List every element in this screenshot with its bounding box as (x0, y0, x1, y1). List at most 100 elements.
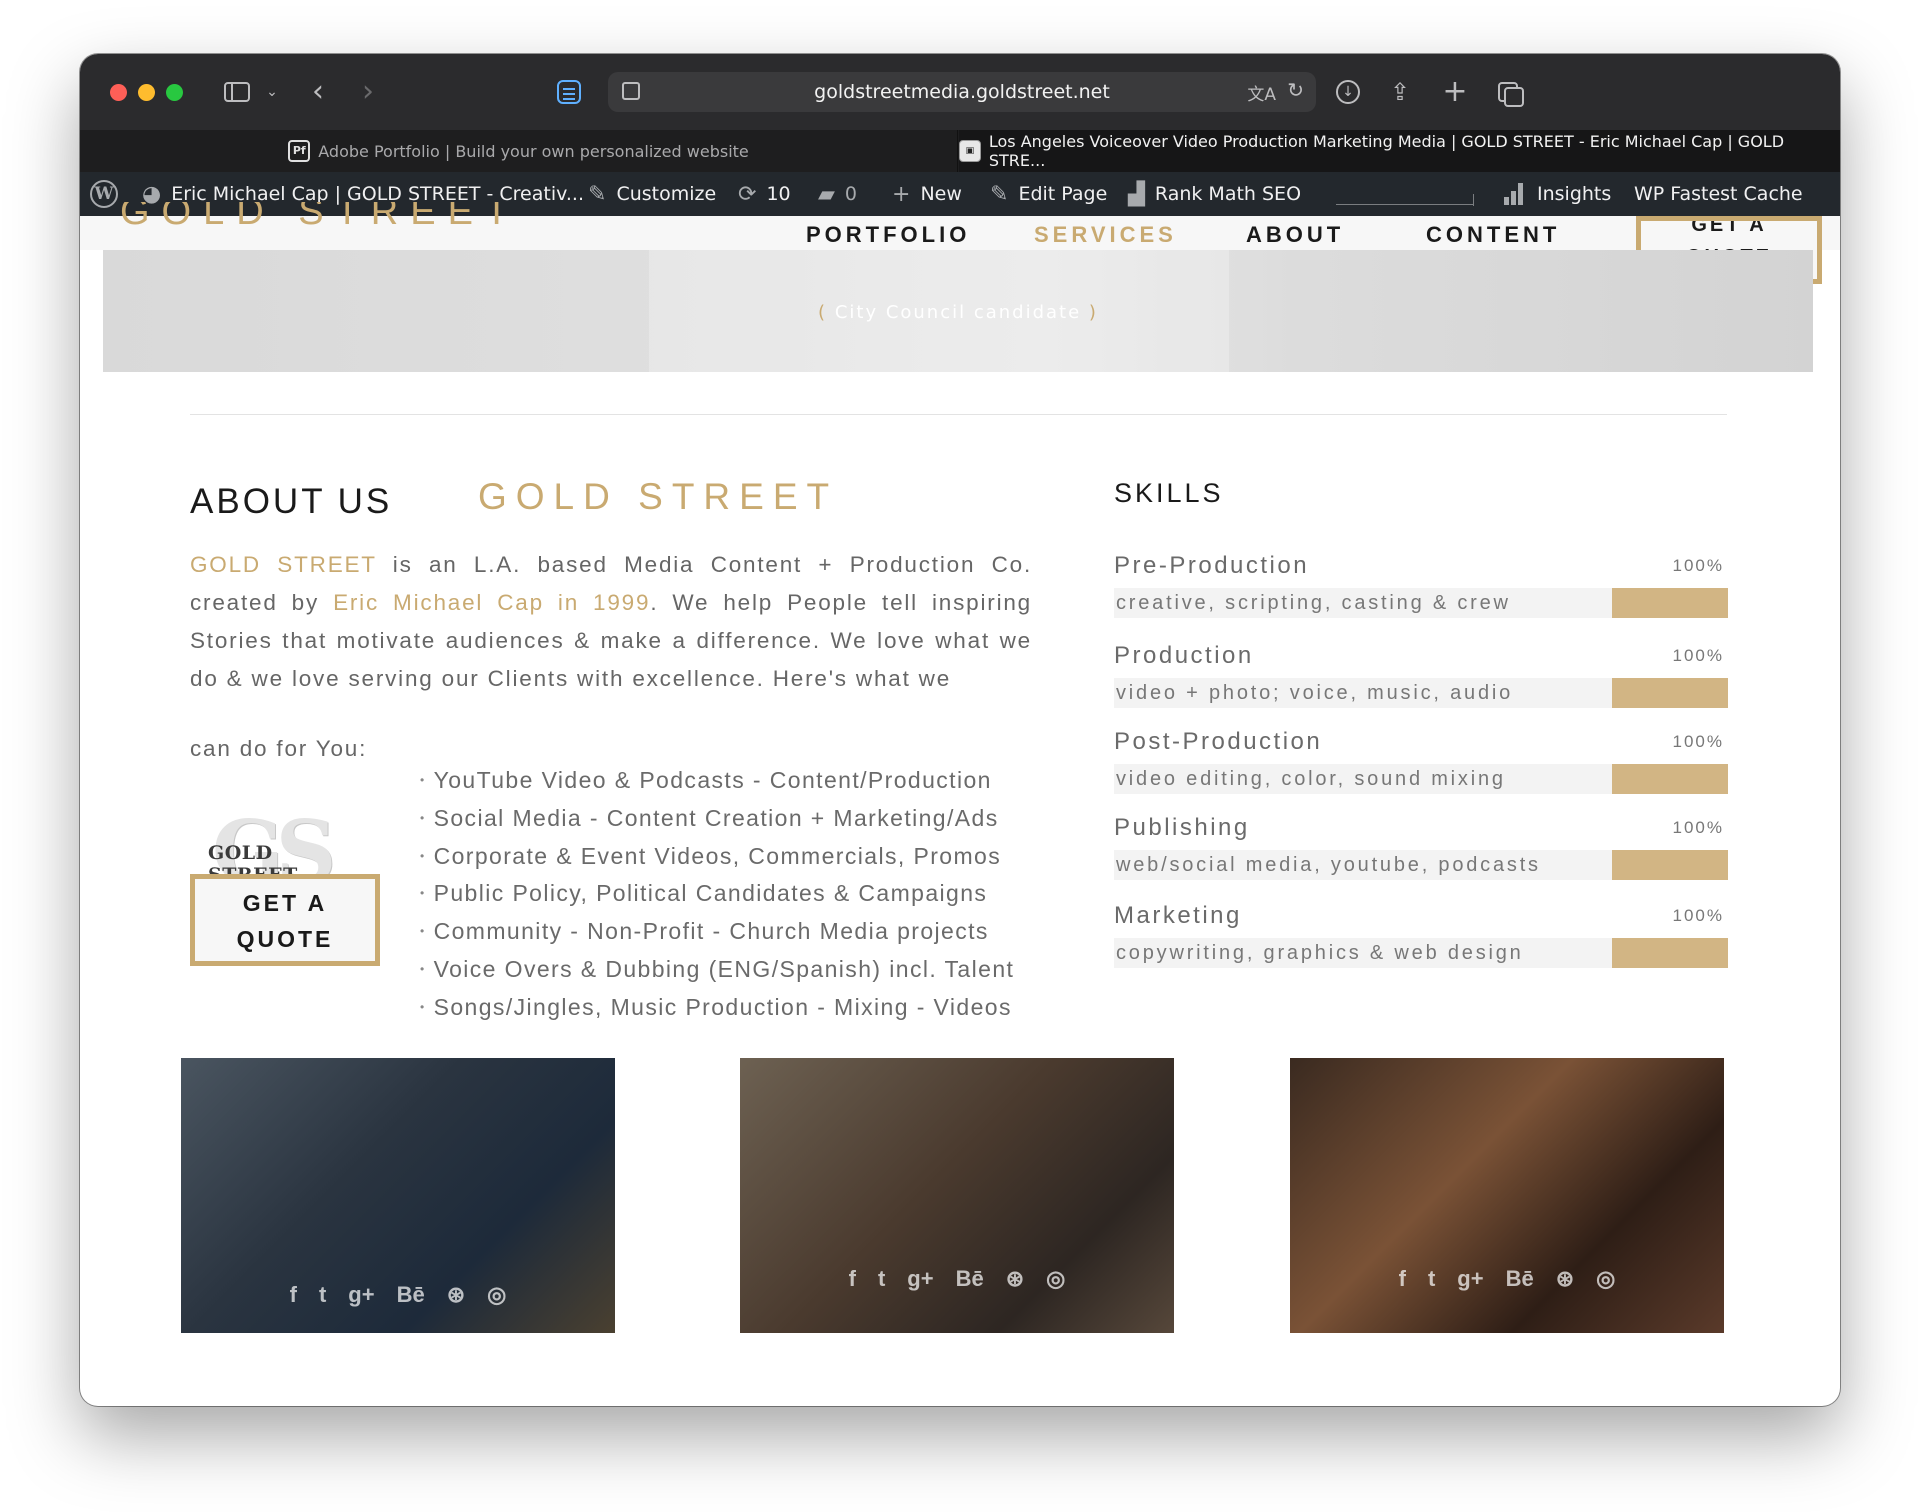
hero-banner: ( City Council candidate ) (103, 250, 1813, 372)
wp-fastest-cache-label: WP Fastest Cache (1634, 183, 1803, 205)
skill-description: creative, scripting, casting & crew (1116, 592, 1511, 614)
team-photo[interactable]: f t g+ Bē ⊛ ◎ (181, 1058, 615, 1333)
team-photo[interactable]: f t g+ Bē ⊛ ◎ (1290, 1058, 1724, 1333)
dribbble-icon[interactable]: ⊛ (447, 1282, 465, 1308)
tab-adobe-portfolio[interactable]: Pf Adobe Portfolio | Build your own pers… (80, 130, 958, 172)
rank-math-link[interactable]: ▟ Rank Math SEO (1128, 172, 1301, 216)
creator-link[interactable]: Eric Michael Cap in 1999 (333, 590, 650, 615)
customize-link[interactable]: ✎ Customize (588, 172, 716, 216)
updates-link[interactable]: ⟳ 10 (738, 172, 791, 216)
team-social-icons: f t g+ Bē ⊛ ◎ (181, 1282, 615, 1308)
brand-link[interactable]: GOLD STREET (190, 552, 376, 577)
hero-caption: ( City Council candidate ) (103, 302, 1813, 323)
dribbble-icon[interactable]: ⊛ (1006, 1266, 1024, 1292)
reload-icon[interactable]: ↻ (1287, 78, 1304, 102)
tab-gold-street[interactable]: ▣ Los Angeles Voiceover Video Production… (959, 130, 1840, 172)
browser-toolbar: ⌄ ‹ › goldstreetmedia.goldstreet.net 文A … (80, 54, 1840, 130)
team-photo[interactable]: f t g+ Bē ⊛ ◎ (740, 1058, 1174, 1333)
skill-name: Publishing (1114, 814, 1250, 841)
rank-math-label: Rank Math SEO (1154, 183, 1302, 205)
team-social-icons: f t g+ Bē ⊛ ◎ (1290, 1266, 1724, 1292)
brush-icon: ✎ (588, 181, 607, 207)
zoom-window-button[interactable] (166, 84, 183, 101)
list-item: • Songs/Jingles, Music Production - Mixin… (420, 993, 1012, 1020)
caption-paren-open: ( (818, 302, 828, 323)
google-plus-icon[interactable]: g+ (1457, 1266, 1483, 1292)
twitter-icon[interactable]: t (878, 1266, 885, 1292)
twitter-icon[interactable]: t (319, 1282, 326, 1308)
intro-last-line: can do for You: (190, 736, 368, 761)
behance-icon[interactable]: Bē (1506, 1266, 1534, 1292)
skills-title: SKILLS (1114, 478, 1224, 508)
instagram-icon[interactable]: ◎ (487, 1282, 506, 1308)
skill-bar: video editing, color, sound mixing (1114, 764, 1728, 794)
wp-fastest-cache-link[interactable]: WP Fastest Cache (1634, 172, 1803, 216)
quote-line-2: QUOTE (236, 926, 334, 952)
chevron-down-icon[interactable]: ⌄ (264, 76, 280, 108)
new-tab-icon[interactable]: + (1442, 76, 1468, 108)
address-bar[interactable]: goldstreetmedia.goldstreet.net 文A ↻ (608, 72, 1316, 112)
dribbble-icon[interactable]: ⊛ (1556, 1266, 1574, 1292)
section-divider (190, 414, 1727, 415)
plus-icon: + (892, 181, 911, 207)
quote-line-1: GET A (242, 890, 328, 916)
close-window-button[interactable] (110, 84, 127, 101)
google-plus-icon[interactable]: g+ (907, 1266, 933, 1292)
skill-name: Pre-Production (1114, 552, 1310, 579)
nav-about[interactable]: ABOUT (1246, 222, 1344, 248)
skill-percent: 100% (1672, 556, 1724, 575)
caption-text: City Council candidate (834, 302, 1082, 323)
minimize-window-button[interactable] (138, 84, 155, 101)
forward-icon[interactable]: › (356, 76, 380, 108)
skill-bar-fill (1612, 764, 1728, 794)
about-paragraph: GOLD STREET is an L.A. based Media Conte… (190, 546, 1032, 698)
instagram-icon[interactable]: ◎ (1596, 1266, 1615, 1292)
brand-title: GOLD STREET (478, 476, 839, 517)
sidebar-toggle-icon[interactable] (222, 76, 252, 108)
skill-description: video + photo; voice, music, audio (1116, 682, 1514, 704)
list-item: • Social Media - Content Creation + Marke… (420, 804, 999, 831)
new-content-link[interactable]: + New (892, 172, 962, 216)
downloads-icon[interactable]: ↓ (1334, 76, 1362, 108)
edit-page-link[interactable]: ✎ Edit Page (990, 172, 1107, 216)
share-icon[interactable]: ⇪ (1386, 76, 1414, 108)
tab-overview-icon[interactable] (1496, 76, 1526, 108)
privacy-report-icon[interactable] (554, 76, 584, 108)
url-text: goldstreetmedia.goldstreet.net (814, 81, 1110, 103)
insights-label: Insights (1537, 183, 1612, 205)
facebook-icon[interactable]: f (1399, 1266, 1406, 1292)
nav-services[interactable]: SERVICES (1034, 222, 1177, 248)
skill-bar-fill (1612, 678, 1728, 708)
get-quote-button[interactable]: GET A QUOTE (190, 874, 380, 966)
skill-name: Production (1114, 642, 1254, 669)
admin-search-field[interactable] (1336, 204, 1474, 205)
tab-strip: Pf Adobe Portfolio | Build your own pers… (80, 130, 1840, 172)
updates-count: 10 (766, 183, 791, 205)
skill-pre-production: Pre-Production 100% creative, scripting,… (1114, 552, 1728, 618)
admin-search-handle (1468, 194, 1474, 206)
list-item: • Voice Overs & Dubbing (ENG/Spanish) inc… (420, 955, 1015, 982)
instagram-icon[interactable]: ◎ (1046, 1266, 1065, 1292)
edit-page-label: Edit Page (1018, 183, 1108, 205)
wordpress-logo-icon[interactable]: W (90, 172, 118, 216)
nav-portfolio[interactable]: PORTFOLIO (806, 222, 970, 248)
skill-marketing: Marketing 100% copywriting, graphics & w… (1114, 902, 1728, 968)
pencil-icon: ✎ (990, 181, 1009, 207)
facebook-icon[interactable]: f (849, 1266, 856, 1292)
google-plus-icon[interactable]: g+ (348, 1282, 374, 1308)
insights-link[interactable]: Insights (1504, 172, 1611, 216)
comments-link[interactable]: ▰ 0 (818, 172, 857, 216)
translate-icon[interactable]: 文A (1247, 80, 1276, 105)
behance-icon[interactable]: Bē (397, 1282, 425, 1308)
twitter-icon[interactable]: t (1428, 1266, 1435, 1292)
list-item: • Community - Non-Profit - Church Media p… (420, 918, 989, 945)
facebook-icon[interactable]: f (290, 1282, 297, 1308)
skill-description: web/social media, youtube, podcasts (1116, 854, 1541, 876)
nav-content[interactable]: CONTENT (1426, 222, 1560, 248)
behance-icon[interactable]: Bē (956, 1266, 984, 1292)
adobe-portfolio-favicon-icon: Pf (288, 140, 311, 162)
site-logo[interactable]: GOLD STREET (120, 202, 520, 232)
back-icon[interactable]: ‹ (306, 76, 330, 108)
services-list: • YouTube Video & Podcasts - Content/Prod… (420, 762, 1014, 1027)
rank-math-icon: ▟ (1128, 181, 1145, 207)
